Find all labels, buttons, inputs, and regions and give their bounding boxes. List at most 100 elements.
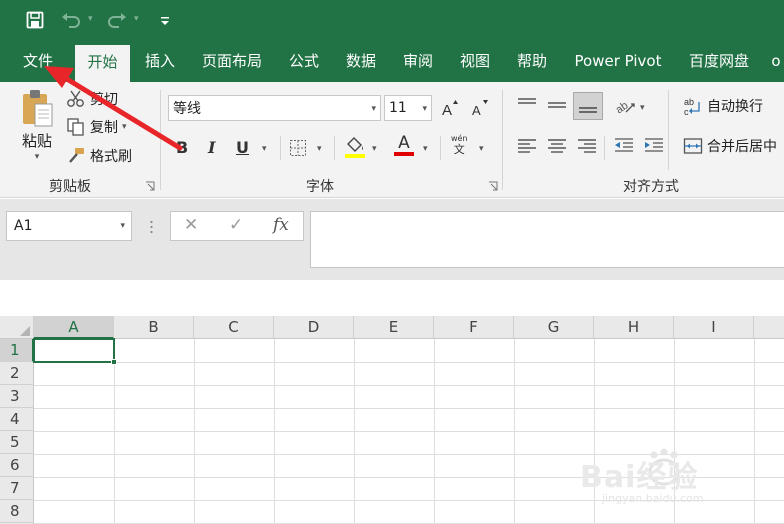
orientation-button[interactable]: ab bbox=[614, 96, 636, 116]
column-header-e[interactable]: E bbox=[354, 316, 434, 339]
gridline bbox=[34, 385, 784, 386]
row-header-3[interactable]: 3 bbox=[0, 385, 34, 408]
gridline bbox=[34, 362, 784, 363]
font-name-value: 等线 bbox=[173, 101, 201, 117]
cancel-icon[interactable]: ✕ bbox=[184, 215, 198, 235]
gridline bbox=[34, 431, 784, 432]
font-color-swatch bbox=[394, 152, 414, 156]
phonetic-dropdown-icon[interactable]: ▾ bbox=[479, 144, 484, 154]
gridline bbox=[34, 408, 784, 409]
phonetic-pinyin: wén bbox=[451, 134, 468, 143]
tab-help[interactable]: 帮助 bbox=[507, 42, 557, 82]
divider bbox=[334, 136, 335, 160]
column-header-h[interactable]: H bbox=[594, 316, 674, 339]
tab-insert[interactable]: 插入 bbox=[135, 42, 185, 82]
middle-align-button[interactable] bbox=[546, 96, 568, 114]
phonetic-guide-button[interactable]: wén 文 bbox=[451, 134, 468, 160]
tab-formulas[interactable]: 公式 bbox=[279, 42, 329, 82]
redo-icon[interactable] bbox=[106, 8, 128, 32]
wrap-text-button[interactable]: ab c 自动换行 bbox=[683, 96, 763, 116]
splitter-handle[interactable] bbox=[150, 219, 153, 234]
customize-icon[interactable] bbox=[158, 8, 172, 32]
merge-center-button[interactable]: 合并后居中 bbox=[683, 136, 777, 156]
tab-page-layout[interactable]: 页面布局 bbox=[193, 42, 271, 82]
tab-view[interactable]: 视图 bbox=[450, 42, 500, 82]
row-header-6[interactable]: 6 bbox=[0, 454, 34, 477]
row-header-7[interactable]: 7 bbox=[0, 477, 34, 500]
copy-dropdown-icon[interactable]: ▾ bbox=[122, 122, 127, 132]
top-align-button[interactable] bbox=[516, 96, 538, 114]
row-header-2[interactable]: 2 bbox=[0, 362, 34, 385]
align-left-button[interactable] bbox=[516, 137, 538, 155]
align-center-button[interactable] bbox=[546, 137, 568, 155]
copy-button[interactable]: 复制 ▾ bbox=[66, 116, 127, 138]
formula-input[interactable] bbox=[310, 211, 784, 268]
column-header-d[interactable]: D bbox=[274, 316, 354, 339]
tab-data[interactable]: 数据 bbox=[336, 42, 386, 82]
column-header-a[interactable]: A bbox=[34, 316, 114, 339]
font-color-dropdown-icon[interactable]: ▾ bbox=[423, 144, 428, 154]
bold-button[interactable]: B bbox=[176, 138, 188, 157]
save-icon[interactable] bbox=[24, 8, 46, 32]
borders-dropdown-icon[interactable]: ▾ bbox=[317, 144, 322, 154]
tab-home[interactable]: 开始 bbox=[75, 45, 130, 82]
font-name-combo[interactable]: 等线 ▾ bbox=[168, 95, 381, 121]
format-painter-icon bbox=[69, 148, 84, 163]
fill-color-button[interactable] bbox=[344, 135, 366, 159]
fill-color-dropdown-icon[interactable]: ▾ bbox=[372, 144, 377, 154]
font-color-button[interactable]: A bbox=[394, 134, 414, 160]
clipboard-launcher-icon[interactable] bbox=[145, 181, 155, 191]
font-size-combo[interactable]: 11 ▾ bbox=[384, 95, 432, 121]
borders-icon bbox=[290, 140, 306, 156]
font-color-label: A bbox=[398, 133, 410, 153]
underline-dropdown-icon[interactable]: ▾ bbox=[262, 144, 267, 154]
row-header-8[interactable]: 8 bbox=[0, 500, 34, 523]
baidu-jingyan-watermark: Bai经验 jingyan.baidu.com bbox=[578, 442, 778, 522]
tab-baidu-netdisk[interactable]: 百度网盘 bbox=[680, 42, 758, 82]
divider bbox=[440, 136, 441, 160]
row-header-1[interactable]: 1 bbox=[0, 339, 34, 362]
row-header-5[interactable]: 5 bbox=[0, 431, 34, 454]
paste-button[interactable]: 粘贴 ▾ bbox=[14, 88, 60, 166]
orientation-dropdown-icon[interactable]: ▾ bbox=[640, 103, 645, 113]
svg-text:ab: ab bbox=[684, 97, 694, 107]
chevron-down-icon: ▾ bbox=[371, 104, 376, 114]
divider bbox=[604, 136, 605, 160]
tab-review[interactable]: 审阅 bbox=[393, 42, 443, 82]
format-painter-label: 格式刷 bbox=[90, 149, 132, 165]
column-header-g[interactable]: G bbox=[514, 316, 594, 339]
borders-button[interactable] bbox=[289, 138, 307, 158]
column-header-f[interactable]: F bbox=[434, 316, 514, 339]
fill-handle[interactable] bbox=[111, 359, 117, 365]
row-header-4[interactable]: 4 bbox=[0, 408, 34, 431]
decrease-indent-button[interactable] bbox=[613, 137, 635, 155]
merge-center-label: 合并后居中 bbox=[707, 139, 777, 155]
bottom-align-button[interactable] bbox=[573, 92, 603, 120]
selected-cell-a1[interactable] bbox=[33, 338, 115, 363]
tab-power-pivot[interactable]: Power Pivot bbox=[566, 42, 670, 82]
column-header-c[interactable]: C bbox=[194, 316, 274, 339]
increase-font-size-button[interactable]: A bbox=[441, 97, 459, 119]
enter-icon[interactable]: ✓ bbox=[229, 215, 243, 235]
cut-button[interactable]: 剪切 bbox=[66, 88, 118, 110]
chevron-down-icon[interactable]: ▾ bbox=[120, 212, 125, 240]
undo-icon[interactable] bbox=[60, 8, 82, 32]
align-right-button[interactable] bbox=[576, 137, 598, 155]
tab-overflow[interactable]: o bbox=[768, 42, 784, 82]
column-header-b[interactable]: B bbox=[114, 316, 194, 339]
format-painter-button[interactable]: 格式刷 bbox=[66, 145, 132, 167]
column-header-i[interactable]: I bbox=[674, 316, 754, 339]
redo-dropdown-icon[interactable]: ▾ bbox=[134, 14, 139, 24]
name-box[interactable]: A1 ▾ bbox=[6, 211, 132, 241]
increase-indent-button[interactable] bbox=[643, 137, 665, 155]
ribbon-home: 粘贴 ▾ 剪切 复制 ▾ 格式刷 剪贴板 等线 ▾ 11 ▾ A A B I U… bbox=[0, 82, 784, 198]
tab-file[interactable]: 文件 bbox=[12, 42, 64, 82]
italic-button[interactable]: I bbox=[208, 138, 215, 157]
paste-dropdown-icon[interactable]: ▾ bbox=[35, 152, 40, 162]
undo-dropdown-icon[interactable]: ▾ bbox=[88, 14, 93, 24]
select-all-corner[interactable] bbox=[0, 316, 34, 339]
decrease-font-size-button[interactable]: A bbox=[471, 97, 489, 119]
insert-function-button[interactable]: fx bbox=[273, 215, 289, 235]
underline-button[interactable]: U bbox=[236, 138, 249, 157]
font-launcher-icon[interactable] bbox=[488, 181, 498, 191]
